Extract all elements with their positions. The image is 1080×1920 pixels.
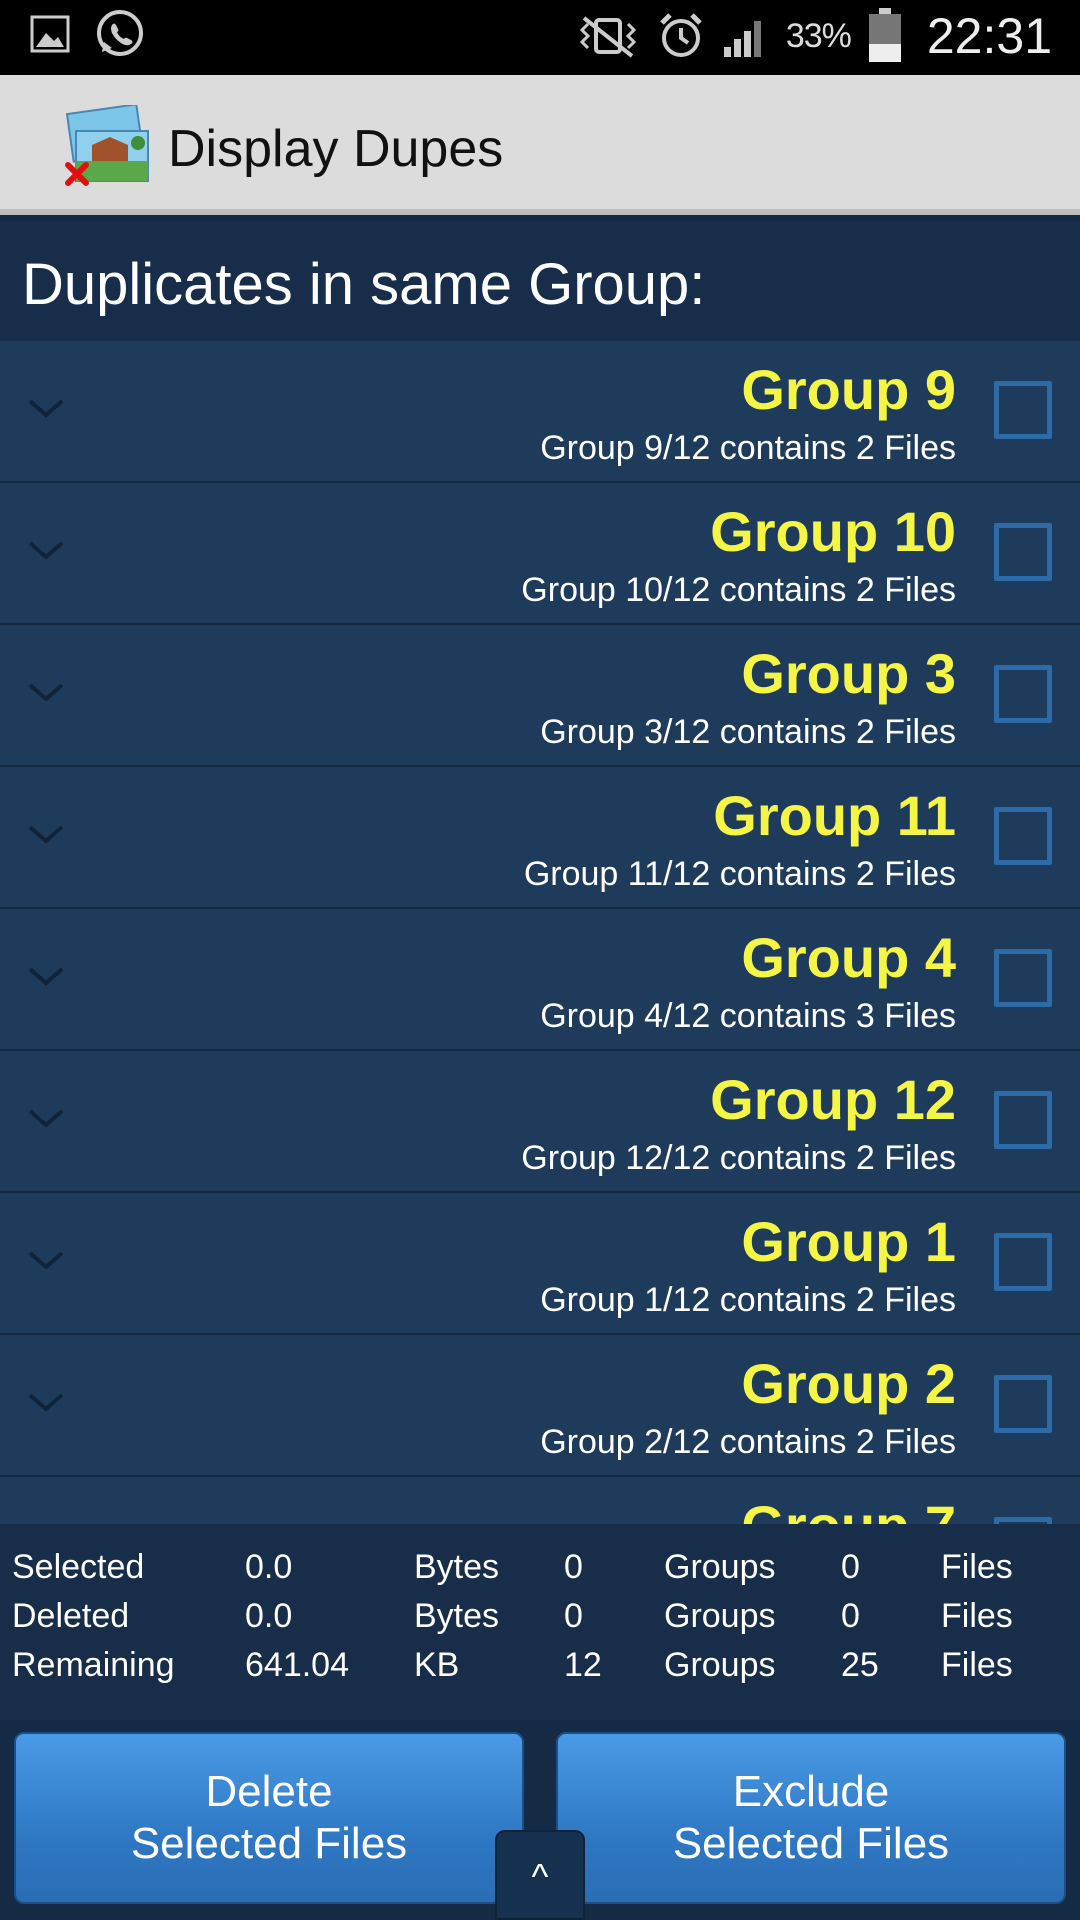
clock: 22:31: [926, 8, 1052, 64]
notification-icons: [30, 8, 146, 60]
system-icons: 33% 22:31: [576, 6, 1052, 66]
app-title: Display Dupes: [168, 120, 504, 178]
group-subtitle: Group 12/12 contains 2 Files: [521, 1139, 956, 1177]
stat-label: Selected: [12, 1548, 145, 1586]
stat-row: Remaining 641.04 KB 12 Groups 25 Files: [0, 1636, 1080, 1696]
group-checkbox[interactable]: [994, 665, 1052, 723]
group-checkbox[interactable]: [994, 381, 1052, 439]
stat-files-label: Files: [941, 1548, 1013, 1586]
group-subtitle: Group 2/12 contains 2 Files: [540, 1423, 956, 1461]
stat-label: Remaining: [12, 1646, 175, 1684]
section-title: Duplicates in same Group:: [22, 252, 706, 317]
chevron-down-icon[interactable]: [26, 395, 66, 421]
chevron-down-icon[interactable]: [26, 679, 66, 705]
chevron-down-icon[interactable]: [26, 1247, 66, 1273]
chevron-down-icon[interactable]: [26, 821, 66, 847]
group-title: Group 10: [710, 500, 956, 563]
caret-up-icon: ^: [531, 1856, 549, 1897]
stat-label: Deleted: [12, 1597, 130, 1635]
group-title: Group 7: [741, 1493, 956, 1524]
group-title: Group 1: [741, 1210, 956, 1273]
group-row[interactable]: Group 7: [0, 1477, 1080, 1524]
stat-unit: KB: [414, 1646, 460, 1684]
group-title: Group 9: [741, 358, 956, 421]
stats-panel: Selected 0.0 Bytes 0 Groups 0 Files Deleted 0.0 B…: [0, 1524, 1080, 1720]
group-title: Group 12: [710, 1068, 956, 1131]
delete-selected-files-button[interactable]: Delete Selected Files: [14, 1732, 524, 1904]
chevron-down-icon[interactable]: [26, 1105, 66, 1131]
group-checkbox[interactable]: [994, 1517, 1052, 1524]
stat-files: 0: [841, 1597, 860, 1635]
group-list[interactable]: Group 9 Group 9/12 contains 2 Files Group …: [0, 341, 1080, 1524]
expand-handle[interactable]: ^: [495, 1830, 585, 1920]
status-bar: 33% 22:31: [0, 0, 1080, 75]
chevron-down-icon[interactable]: [26, 537, 66, 563]
group-checkbox[interactable]: [994, 1233, 1052, 1291]
delete-button-line2: Selected Files: [130, 1819, 408, 1868]
group-row[interactable]: Group 9 Group 9/12 contains 2 Files: [0, 341, 1080, 483]
group-title: Group 4: [741, 926, 956, 989]
group-checkbox[interactable]: [994, 523, 1052, 581]
stat-unit: Bytes: [414, 1597, 500, 1635]
stat-groups-label: Groups: [664, 1548, 776, 1586]
exclude-button-line1: Exclude: [732, 1767, 890, 1816]
chevron-down-icon[interactable]: [26, 1389, 66, 1415]
group-row[interactable]: Group 10 Group 10/12 contains 2 Files: [0, 483, 1080, 625]
group-subtitle: Group 3/12 contains 2 Files: [540, 713, 956, 751]
stat-size: 641.04: [245, 1646, 349, 1684]
group-subtitle: Group 4/12 contains 3 Files: [540, 997, 956, 1035]
group-title: Group 2: [741, 1352, 956, 1415]
group-subtitle: Group 9/12 contains 2 Files: [540, 429, 956, 467]
stat-size: 0.0: [245, 1597, 293, 1635]
stat-groups-label: Groups: [664, 1597, 776, 1635]
stat-groups-label: Groups: [664, 1646, 776, 1684]
stat-groups: 12: [564, 1646, 602, 1684]
group-row[interactable]: Group 4 Group 4/12 contains 3 Files: [0, 909, 1080, 1051]
chevron-down-icon[interactable]: [26, 963, 66, 989]
app-logo-icon[interactable]: [62, 105, 152, 187]
group-title: Group 3: [741, 642, 956, 705]
group-row[interactable]: Group 3 Group 3/12 contains 2 Files: [0, 625, 1080, 767]
stat-files: 0: [841, 1548, 860, 1586]
stat-files-label: Files: [941, 1597, 1013, 1635]
group-checkbox[interactable]: [994, 807, 1052, 865]
group-row[interactable]: Group 1 Group 1/12 contains 2 Files: [0, 1193, 1080, 1335]
group-row[interactable]: Group 12 Group 12/12 contains 2 Files: [0, 1051, 1080, 1193]
group-title: Group 11: [713, 784, 956, 847]
stat-files-label: Files: [941, 1646, 1013, 1684]
group-checkbox[interactable]: [994, 949, 1052, 1007]
stat-groups: 0: [564, 1597, 583, 1635]
group-row[interactable]: Group 11 Group 11/12 contains 2 Files: [0, 767, 1080, 909]
group-subtitle: Group 10/12 contains 2 Files: [521, 571, 956, 609]
battery-percent: 33%: [785, 16, 852, 55]
whatsapp-icon: [97, 10, 143, 56]
gallery-icon: [30, 15, 70, 53]
signal-icon: [723, 21, 761, 57]
group-checkbox[interactable]: [994, 1091, 1052, 1149]
group-subtitle: Group 11/12 contains 2 Files: [523, 855, 956, 893]
stat-files: 25: [841, 1646, 879, 1684]
vibrate-mute-icon: [579, 16, 636, 58]
action-bar: Display Dupes: [0, 75, 1080, 215]
group-row[interactable]: Group 2 Group 2/12 contains 2 Files: [0, 1335, 1080, 1477]
section-header: Duplicates in same Group:: [0, 221, 1080, 341]
group-checkbox[interactable]: [994, 1375, 1052, 1433]
delete-button-line1: Delete: [205, 1767, 333, 1816]
group-subtitle: Group 1/12 contains 2 Files: [540, 1281, 956, 1319]
stat-groups: 0: [564, 1548, 583, 1586]
battery-icon: [868, 8, 901, 62]
stat-unit: Bytes: [414, 1548, 500, 1586]
exclude-button-line2: Selected Files: [672, 1819, 950, 1868]
stat-size: 0.0: [245, 1548, 293, 1586]
exclude-selected-files-button[interactable]: Exclude Selected Files: [556, 1732, 1066, 1904]
alarm-icon: [660, 13, 702, 57]
